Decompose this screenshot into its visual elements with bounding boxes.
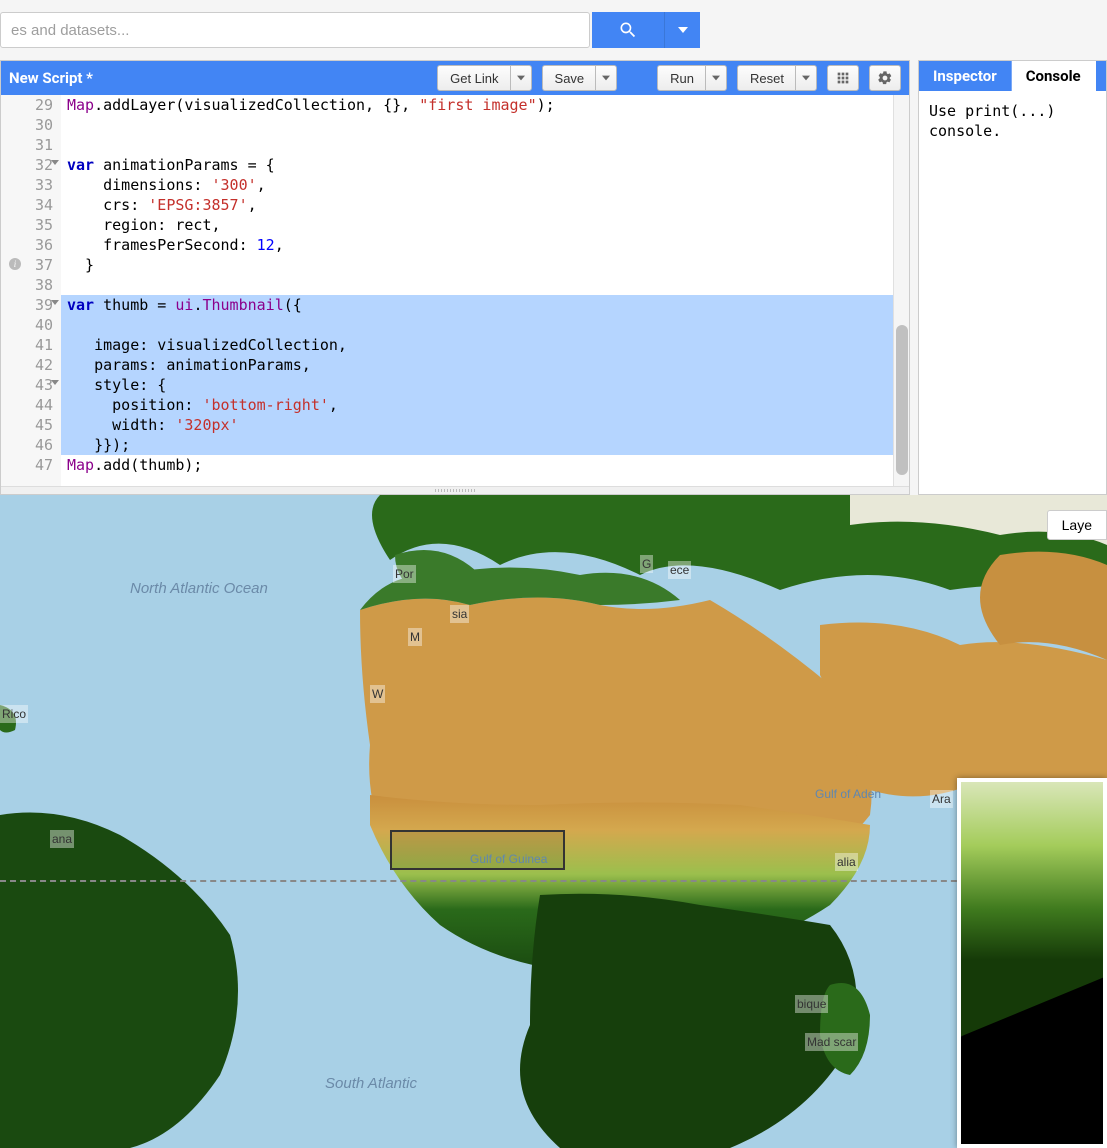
caret-down-icon — [802, 74, 810, 82]
save-button[interactable]: Save — [542, 65, 597, 91]
settings-button[interactable] — [869, 65, 901, 91]
label-w: W — [370, 685, 385, 703]
side-panel-tabs: Inspector Console — [919, 61, 1106, 91]
console-output: Use print(...) console. — [919, 91, 1106, 151]
label-bique: bique — [795, 995, 828, 1013]
layers-button[interactable]: Laye — [1047, 510, 1107, 540]
code-line[interactable]: width: '320px' — [61, 415, 909, 435]
search-icon — [618, 20, 638, 40]
code-line[interactable]: dimensions: '300', — [67, 175, 909, 195]
equator-line — [0, 880, 1107, 882]
line-number: 32 — [13, 155, 53, 175]
label-sia: sia — [450, 605, 469, 623]
code-line[interactable]: framesPerSecond: 12, — [67, 235, 909, 255]
label-ara: Ara — [930, 790, 953, 808]
label-m: M — [408, 628, 422, 646]
tab-inspector[interactable]: Inspector — [919, 61, 1012, 91]
caret-down-icon — [602, 74, 610, 82]
line-number: 44 — [13, 395, 53, 415]
line-number: 35 — [13, 215, 53, 235]
code-line[interactable]: params: animationParams, — [61, 355, 909, 375]
label-rico: Rico — [0, 705, 28, 723]
code-line[interactable]: Map.add(thumb); — [67, 455, 909, 475]
search-button[interactable] — [592, 12, 664, 48]
code-line[interactable]: } — [67, 255, 909, 275]
panel-resize-handle[interactable] — [1, 486, 909, 494]
side-panel: Inspector Console Use print(...) console… — [918, 60, 1107, 495]
main-panels: New Script * Get Link Save Run Reset — [0, 60, 1107, 495]
label-portugal: Por — [393, 565, 416, 583]
label-madagascar: Mad scar — [805, 1033, 858, 1051]
search-dropdown-button[interactable] — [664, 12, 700, 48]
label-gulf-guinea: Gulf of Guinea — [470, 850, 547, 868]
code-line[interactable] — [67, 275, 909, 295]
line-number: 45 — [13, 415, 53, 435]
code-line[interactable]: style: { — [61, 375, 909, 395]
line-number: 47 — [13, 455, 53, 475]
fold-arrow-icon[interactable] — [51, 160, 59, 165]
scroll-thumb[interactable] — [896, 325, 908, 475]
tab-console[interactable]: Console — [1012, 61, 1096, 91]
editor-header: New Script * Get Link Save Run Reset — [1, 61, 909, 95]
code-line[interactable]: var thumb = ui.Thumbnail({ — [61, 295, 909, 315]
line-number: 33 — [13, 175, 53, 195]
code-line[interactable]: region: rect, — [67, 215, 909, 235]
grid-icon — [835, 70, 851, 86]
line-number: 38 — [13, 275, 53, 295]
editor-panel: New Script * Get Link Save Run Reset — [0, 60, 910, 495]
fold-arrow-icon[interactable] — [51, 380, 59, 385]
line-number: 34 — [13, 195, 53, 215]
map-panel[interactable]: North Atlantic Ocean South Atlantic Por … — [0, 495, 1107, 1148]
thumbnail-widget[interactable] — [957, 778, 1107, 1148]
label-gulf-aden: Gulf of Aden — [815, 785, 881, 803]
line-number: 30 — [13, 115, 53, 135]
reset-button[interactable]: Reset — [737, 65, 796, 91]
code-line[interactable]: crs: 'EPSG:3857', — [67, 195, 909, 215]
get-link-button[interactable]: Get Link — [437, 65, 510, 91]
search-input[interactable] — [0, 12, 590, 48]
caret-down-icon — [678, 25, 688, 35]
code-line[interactable]: Map.addLayer(visualizedCollection, {}, "… — [67, 95, 909, 115]
line-number: 43 — [13, 375, 53, 395]
line-number: 29 — [13, 95, 53, 115]
code-line[interactable] — [67, 135, 909, 155]
label-south-atlantic: South Atlantic — [325, 1075, 417, 1093]
line-number: 37i — [13, 255, 53, 275]
code-line[interactable]: position: 'bottom-right', — [61, 395, 909, 415]
editor-scrollbar[interactable] — [893, 95, 909, 486]
label-alia: alia — [835, 853, 858, 871]
line-number: 41 — [13, 335, 53, 355]
line-number: 46 — [13, 435, 53, 455]
caret-down-icon — [712, 74, 720, 82]
apps-button[interactable] — [827, 65, 859, 91]
code-line[interactable] — [67, 115, 909, 135]
search-bar — [0, 0, 1107, 60]
line-number: 42 — [13, 355, 53, 375]
run-button[interactable]: Run — [657, 65, 706, 91]
label-north-atlantic: North Atlantic Ocean — [130, 580, 268, 598]
label-greece-g: G — [640, 555, 653, 573]
code-editor[interactable]: 293031323334353637i38394041424344454647 … — [1, 95, 909, 486]
line-number: 36 — [13, 235, 53, 255]
code-line[interactable]: image: visualizedCollection, — [61, 335, 909, 355]
code-line[interactable] — [61, 315, 909, 335]
editor-toolbar: Get Link Save Run Reset — [437, 65, 901, 91]
code-line[interactable]: }}); — [61, 435, 909, 455]
label-greece-ece: ece — [668, 561, 691, 579]
line-number: 39 — [13, 295, 53, 315]
gear-icon — [877, 70, 893, 86]
label-ana: ana — [50, 830, 74, 848]
info-icon[interactable]: i — [9, 258, 21, 270]
script-title: New Script * — [9, 69, 437, 87]
save-dropdown[interactable] — [595, 65, 617, 91]
run-dropdown[interactable] — [705, 65, 727, 91]
code-line[interactable]: var animationParams = { — [67, 155, 909, 175]
get-link-dropdown[interactable] — [510, 65, 532, 91]
line-number: 31 — [13, 135, 53, 155]
line-number: 40 — [13, 315, 53, 335]
caret-down-icon — [517, 74, 525, 82]
reset-dropdown[interactable] — [795, 65, 817, 91]
fold-arrow-icon[interactable] — [51, 300, 59, 305]
